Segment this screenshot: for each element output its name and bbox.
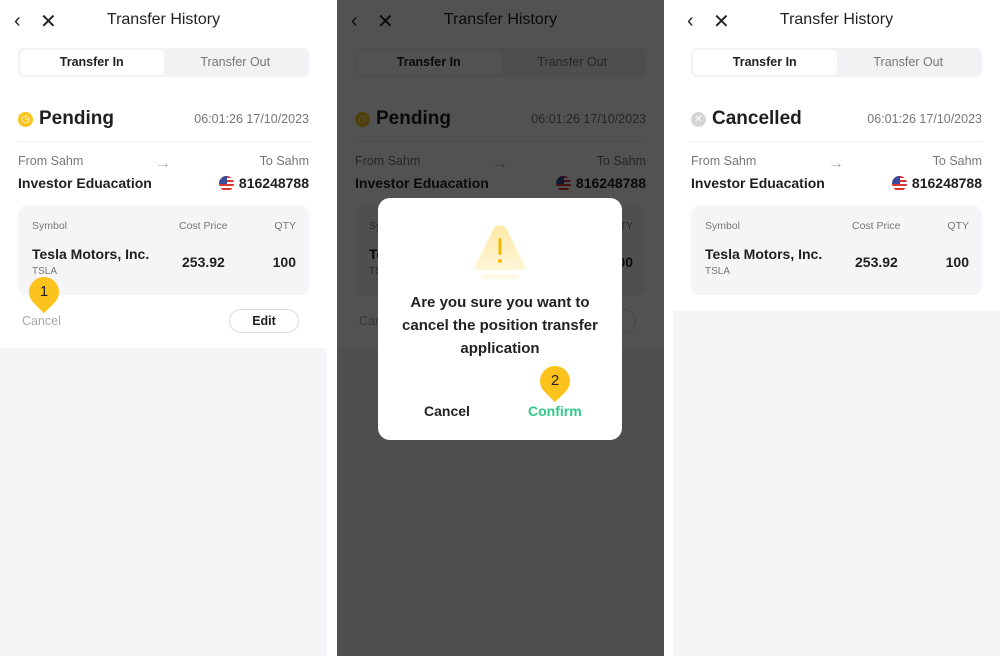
arrow-right-icon: → bbox=[828, 155, 844, 172]
tab-transfer-out[interactable]: Transfer Out bbox=[164, 50, 308, 75]
tab-transfer-out[interactable]: Transfer Out bbox=[837, 50, 981, 75]
symbol-header: Symbol bbox=[32, 220, 68, 232]
cost-price: 253.92 bbox=[855, 254, 898, 270]
to-label: To Sahm bbox=[932, 154, 982, 168]
tab-transfer-in[interactable]: Transfer In bbox=[20, 50, 164, 75]
stock-ticker: TSLA bbox=[32, 266, 58, 277]
step-marker: 1 bbox=[22, 270, 66, 314]
dialog-confirm-button[interactable]: Confirm bbox=[528, 403, 582, 419]
position-card: Symbol Cost Price QTY Tesla Motors, Inc.… bbox=[691, 206, 982, 295]
cost-price-header: Cost Price bbox=[179, 220, 228, 232]
from-account: Investor Eduacation bbox=[691, 175, 825, 191]
tab-bar: Transfer In Transfer Out bbox=[691, 48, 982, 77]
dialog-cancel-button[interactable]: Cancel bbox=[424, 403, 470, 419]
transfer-route: From Sahm → To Sahm Investor Eduacation … bbox=[691, 154, 982, 194]
from-label: From Sahm bbox=[18, 154, 84, 168]
screen-2: ‹ ✕ Transfer History Transfer In Transfe… bbox=[337, 0, 664, 656]
tab-transfer-in[interactable]: Transfer In bbox=[693, 50, 837, 75]
clock-icon: ◷ bbox=[18, 111, 33, 127]
status-label: Pending bbox=[39, 108, 114, 129]
x-circle-icon: ✕ bbox=[691, 111, 706, 127]
stock-ticker: TSLA bbox=[705, 266, 731, 277]
step-marker: 2 bbox=[533, 359, 577, 403]
page-title: Transfer History bbox=[779, 11, 894, 28]
account-number: 816248788 bbox=[238, 175, 309, 191]
qty: 100 bbox=[272, 254, 296, 270]
status-label: Cancelled bbox=[712, 108, 802, 129]
status-row: ◷ Pending 06:01:26 17/10/2023 bbox=[18, 107, 309, 131]
tab-bar: Transfer In Transfer Out bbox=[18, 48, 309, 77]
position-card: Symbol Cost Price QTY Tesla Motors, Inc.… bbox=[18, 206, 309, 295]
warning-icon bbox=[474, 225, 526, 279]
to-label: To Sahm bbox=[259, 154, 309, 168]
header: ‹ ✕ Transfer History bbox=[673, 0, 1000, 40]
step-number: 1 bbox=[39, 283, 49, 300]
qty: 100 bbox=[945, 254, 969, 270]
arrow-right-icon: → bbox=[155, 155, 171, 172]
to-account: 816248788 bbox=[891, 175, 982, 191]
transfer-route: From Sahm → To Sahm Investor Eduacation … bbox=[18, 154, 309, 194]
dialog-message: Are you sure you want to cancel the posi… bbox=[402, 294, 598, 357]
account-number: 816248788 bbox=[911, 175, 982, 191]
timestamp: 06:01:26 17/10/2023 bbox=[867, 112, 982, 126]
timestamp: 06:01:26 17/10/2023 bbox=[194, 112, 309, 126]
divider bbox=[18, 141, 309, 142]
to-account: 816248788 bbox=[218, 175, 309, 191]
transfer-detail: ‹ ✕ Transfer History Transfer In Transfe… bbox=[673, 0, 1000, 311]
transfer-detail: ‹ ✕ Transfer History Transfer In Transfe… bbox=[0, 0, 327, 348]
us-flag-icon bbox=[891, 175, 907, 191]
screen-1: ‹ ✕ Transfer History Transfer In Transfe… bbox=[0, 0, 327, 656]
screen-3: ‹ ✕ Transfer History Transfer In Transfe… bbox=[673, 0, 1000, 656]
header: ‹ ✕ Transfer History bbox=[0, 0, 327, 40]
stock-name: Tesla Motors, Inc. bbox=[32, 246, 150, 262]
edit-button[interactable]: Edit bbox=[229, 309, 299, 333]
from-label: From Sahm bbox=[691, 154, 757, 168]
status-row: ✕ Cancelled 06:01:26 17/10/2023 bbox=[691, 107, 982, 131]
cost-price-header: Cost Price bbox=[852, 220, 901, 232]
divider bbox=[691, 141, 982, 142]
cost-price: 253.92 bbox=[182, 254, 225, 270]
stock-name: Tesla Motors, Inc. bbox=[705, 246, 823, 262]
from-account: Investor Eduacation bbox=[18, 175, 152, 191]
confirm-dialog: Are you sure you want to cancel the posi… bbox=[378, 198, 622, 440]
qty-header: QTY bbox=[947, 220, 969, 232]
qty-header: QTY bbox=[274, 220, 296, 232]
step-number: 2 bbox=[550, 372, 560, 389]
page-title: Transfer History bbox=[106, 11, 221, 28]
symbol-header: Symbol bbox=[705, 220, 741, 232]
cancel-button[interactable]: Cancel bbox=[22, 314, 61, 328]
us-flag-icon bbox=[218, 175, 234, 191]
